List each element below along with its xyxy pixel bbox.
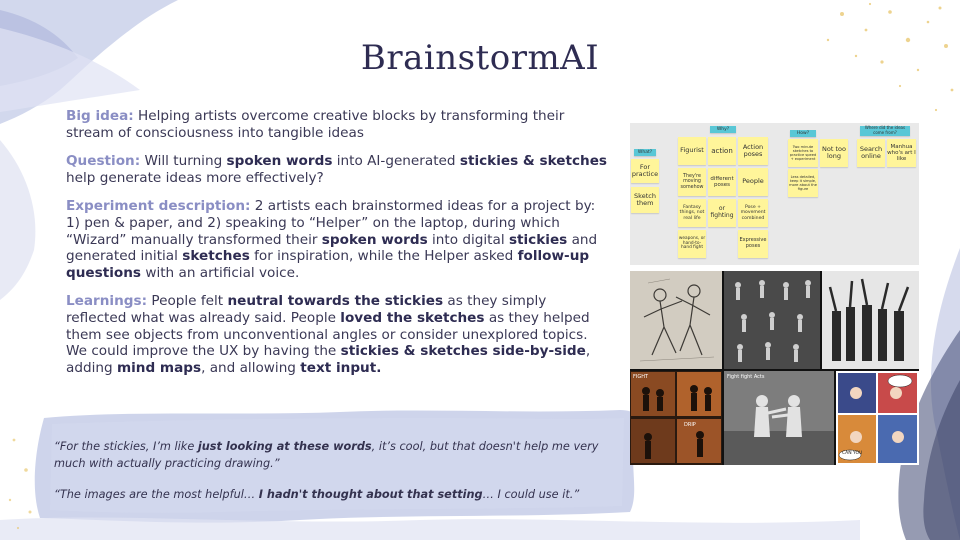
boxing-sketch [724,371,834,465]
sticky-note: Pose + movement combined [738,199,768,227]
sticky-note: Manhua who's art I like [887,139,916,167]
sticky-header: How? [790,130,816,137]
sketches-collage-image: FIGHT DRIP Fight fight Acts CAN YOU [630,271,919,465]
fighting-figures-sketch [630,271,722,369]
slide-title: BrainstormAI [360,38,600,78]
sticky-note: People [738,168,768,196]
sketch-tile: CAN YOU [836,371,919,465]
big-idea-label: Big idea: [66,108,134,124]
user-quotes: “For the stickies, I’m like just looking… [54,438,629,517]
sticky-header: Why? [710,126,736,133]
body-text: Big idea: Helping artists overcome creat… [66,108,611,388]
stickies-board-image: What? Why? How? Where did the ideas come… [630,123,919,265]
quote-1: “For the stickies, I’m like just looking… [54,440,599,470]
sticky-note: weapons, or hand-to-hand fight [678,230,706,258]
sticky-note: Fantasy things, not real life [678,199,706,227]
sticky-note: Figurist [678,137,706,165]
sticky-note: or fighting [708,199,736,227]
experiment-label: Experiment description: [66,198,251,215]
sticky-note: Search online [857,139,885,167]
sticky-note: Not too long [820,139,848,167]
sticky-note: Expressive poses [738,230,768,258]
fight-scenes-sketch [631,372,721,463]
sketch-tile [630,271,722,369]
sketch-tile [724,271,820,369]
learnings-label: Learnings: [66,293,148,310]
quote-2: “The images are the most helpful… I hadn… [54,488,580,501]
sticky-note: different poses [708,168,736,196]
sticky-note: Action poses [738,137,768,165]
sticky-note: For practice [631,159,659,183]
sticky-header: What? [634,149,656,156]
big-idea-paragraph: Big idea: Helping artists overcome creat… [66,108,611,141]
sticky-note: Two minute sketches to practice speed + … [788,139,818,167]
experiment-paragraph: Experiment description: 2 artists each b… [66,198,598,281]
big-idea-text: Helping artists overcome creative blocks… [66,108,565,141]
left-wash [0,140,36,300]
question-label: Question: [66,153,141,170]
sketch-tile: Fight fight Acts [724,371,834,465]
sticky-note: action [708,137,736,165]
slide: BrainstormAI Big idea: Helping artists o… [0,0,960,540]
sticky-note: They're moving somehow [678,168,706,196]
question-paragraph: Question: Will turning spoken words into… [66,153,608,186]
sketch-tile [822,271,919,369]
crowd-sketch [822,271,919,369]
poses-grid-sketch [724,271,820,369]
sketch-label: FIGHT [633,374,649,380]
learnings-paragraph: Learnings: People felt neutral towards t… [66,293,591,376]
sketch-tile: FIGHT DRIP [630,371,722,465]
sketch-label: CAN YOU [842,451,863,456]
sketch-label: Fight fight Acts [727,374,765,380]
sticky-note: Less detailed, keep it simple, more abou… [788,169,818,197]
sketch-label: DRIP [684,422,696,428]
sticky-note: Sketch them [631,187,659,213]
sticky-header: Where did the ideas come from? [860,126,910,136]
